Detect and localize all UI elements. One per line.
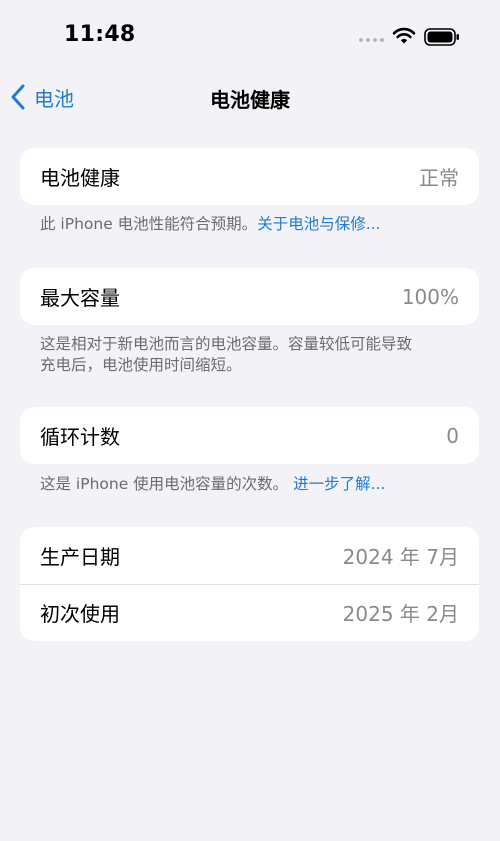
- max-capacity-card: 最大容量 100%: [20, 268, 479, 325]
- cycle-count-row: 循环计数 0: [20, 407, 479, 464]
- battery-health-label: 电池健康: [40, 166, 120, 190]
- manufacture-date-value: 2024 年 7月: [342, 545, 459, 569]
- navigation-bar: 电池 电池健康: [0, 70, 500, 124]
- battery-health-card: 电池健康 正常: [20, 148, 479, 205]
- first-use-label: 初次使用: [40, 602, 120, 626]
- battery-health-note: 此 iPhone 电池性能符合预期。关于电池与保修...: [40, 214, 460, 235]
- cycle-count-note-text: 这是 iPhone 使用电池容量的次数。: [40, 475, 289, 493]
- status-bar: 11:48: [0, 0, 500, 70]
- max-capacity-note-line1: 这是相对于新电池而言的电池容量。容量较低可能导致: [40, 335, 413, 353]
- learn-more-link[interactable]: 进一步了解...: [293, 475, 385, 493]
- first-use-row: 初次使用 2025 年 2月: [20, 584, 479, 641]
- first-use-value: 2025 年 2月: [342, 602, 459, 626]
- battery-health-row: 电池健康 正常: [20, 148, 479, 205]
- dates-card: 生产日期 2024 年 7月 初次使用 2025 年 2月: [20, 527, 479, 641]
- max-capacity-label: 最大容量: [40, 286, 120, 310]
- wifi-icon: [392, 27, 416, 44]
- max-capacity-row: 最大容量 100%: [20, 268, 479, 325]
- cellular-signal-icon: [359, 38, 385, 44]
- max-capacity-note-line2: 充电后，电池使用时间缩短。: [40, 356, 242, 374]
- cycle-count-value: 0: [446, 423, 459, 448]
- manufacture-date-row: 生产日期 2024 年 7月: [20, 527, 479, 584]
- battery-health-note-text: 此 iPhone 电池性能符合预期。: [40, 215, 258, 233]
- cycle-count-card: 循环计数 0: [20, 407, 479, 464]
- cycle-count-label: 循环计数: [40, 425, 120, 449]
- battery-warranty-link[interactable]: 关于电池与保修...: [257, 215, 380, 233]
- max-capacity-value: 100%: [401, 284, 459, 309]
- page-title: 电池健康: [210, 88, 290, 112]
- max-capacity-note: 这是相对于新电池而言的电池容量。容量较低可能导致 充电后，电池使用时间缩短。: [40, 334, 460, 376]
- status-time: 11:48: [64, 22, 136, 47]
- manufacture-date-label: 生产日期: [40, 545, 120, 569]
- battery-icon: [424, 28, 459, 46]
- battery-health-value: 正常: [419, 166, 459, 190]
- cycle-count-note: 这是 iPhone 使用电池容量的次数。 进一步了解...: [40, 474, 460, 495]
